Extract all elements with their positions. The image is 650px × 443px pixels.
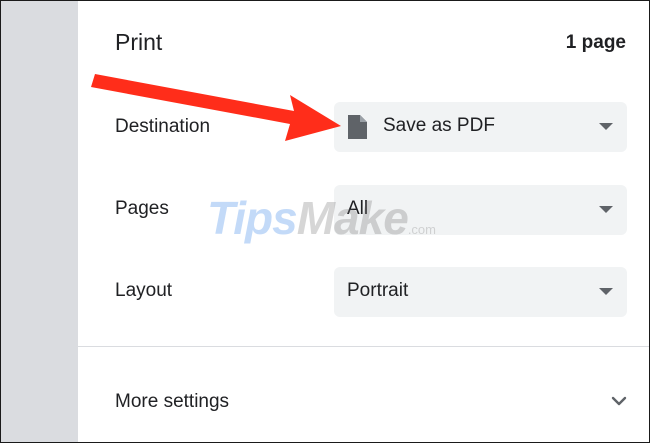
print-preview-window: Print 1 page Destination Save as PDF Pag… (0, 0, 650, 443)
caret-down-icon (599, 206, 613, 213)
pages-label: Pages (115, 198, 169, 219)
pages-value: All (347, 198, 369, 219)
destination-value: Save as PDF (383, 115, 495, 136)
layout-value: Portrait (347, 280, 409, 301)
caret-down-icon (599, 288, 613, 295)
layout-select[interactable]: Portrait (334, 267, 627, 317)
chevron-down-icon (611, 394, 627, 412)
divider (78, 346, 649, 347)
page-title: Print (115, 29, 163, 55)
pages-select[interactable]: All (334, 185, 627, 235)
document-icon (346, 114, 368, 145)
page-count: 1 page (565, 32, 626, 53)
caret-down-icon (599, 123, 613, 130)
print-settings-panel: Print 1 page Destination Save as PDF Pag… (78, 1, 649, 442)
more-settings-label: More settings (115, 391, 230, 412)
preview-area (1, 1, 78, 442)
destination-label: Destination (115, 116, 211, 137)
layout-label: Layout (115, 280, 173, 301)
destination-select[interactable]: Save as PDF (334, 102, 627, 152)
more-settings-toggle[interactable]: More settings (78, 361, 649, 441)
